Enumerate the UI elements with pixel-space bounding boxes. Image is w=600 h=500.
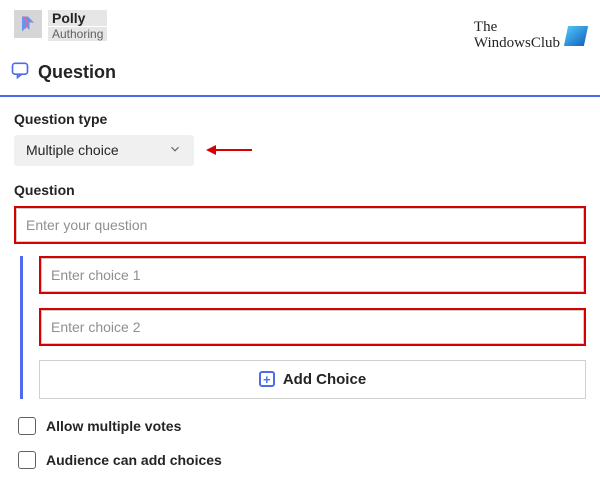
logo-mark-icon [564,26,588,46]
polly-app-icon [14,10,42,38]
app-meta: Polly Authoring [48,10,107,41]
allow-multiple-label: Allow multiple votes [46,418,181,434]
app-subtitle: Authoring [48,27,107,41]
header: Polly Authoring The WindowsClub [0,0,600,52]
audience-add-row: Audience can add choices [18,443,586,477]
app-name: Polly [48,10,107,26]
audience-add-checkbox[interactable] [18,451,36,469]
question-label: Question [14,182,586,198]
question-type-value: Multiple choice [26,142,119,158]
question-input[interactable]: Enter your question [14,206,586,244]
add-choice-label: Add Choice [283,371,366,388]
chat-icon [10,60,30,85]
type-row: Multiple choice [14,135,586,166]
app-block: Polly Authoring [14,10,107,41]
plus-icon: + [259,371,275,387]
form-area: Question type Multiple choice Question E… [0,97,600,399]
choices-block: Enter choice 1 Enter choice 2 + Add Choi… [20,256,586,399]
section-title-row: Question [0,52,600,95]
logo-line1: The [474,20,560,36]
windowsclub-logo: The WindowsClub [474,20,586,52]
logo-text: The WindowsClub [474,20,560,52]
choice-1-input[interactable]: Enter choice 1 [39,256,586,294]
choice-2-input[interactable]: Enter choice 2 [39,308,586,346]
add-choice-button[interactable]: + Add Choice [39,360,586,399]
question-type-dropdown[interactable]: Multiple choice [14,135,194,166]
logo-line2: WindowsClub [474,36,560,52]
allow-multiple-row: Allow multiple votes [18,409,586,443]
page-title: Question [38,62,116,83]
annotation-arrow-icon [206,143,252,157]
options-block: Allow multiple votes Audience can add ch… [0,399,600,477]
question-type-label: Question type [14,111,586,127]
allow-multiple-checkbox[interactable] [18,417,36,435]
audience-add-label: Audience can add choices [46,452,222,468]
chevron-down-icon [168,142,182,159]
